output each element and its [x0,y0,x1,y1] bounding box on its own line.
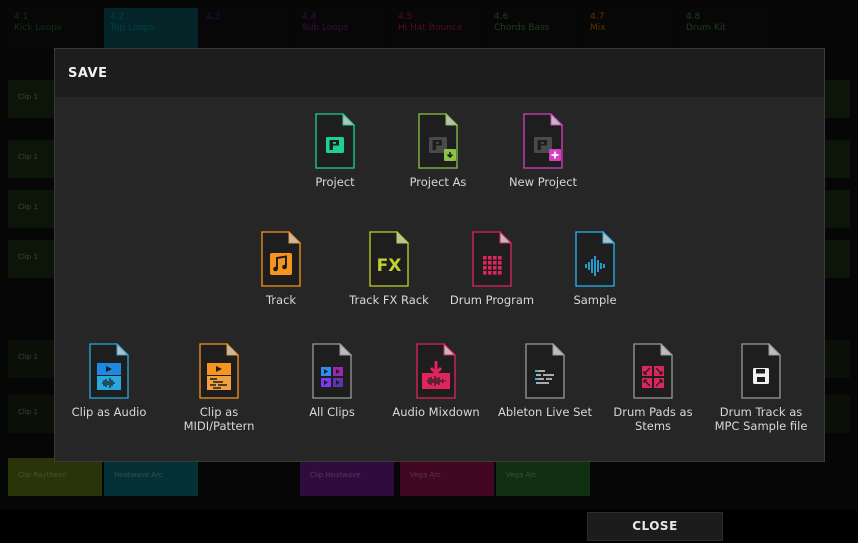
all-clips-icon [312,343,352,399]
mixdown-icon [416,343,456,399]
music-note-icon [261,231,301,287]
save-option-label: Audio Mixdown [392,405,480,419]
save-option-label: Project [315,175,355,189]
save-option-all-clips[interactable]: All Clips [277,343,387,419]
save-option-track-fx-rack[interactable]: FX Track FX Rack [334,231,444,307]
save-option-label: Track FX Rack [349,293,429,307]
svg-text:FX: FX [377,256,402,276]
clip-audio-icon [89,343,129,399]
save-option-ableton-live-set[interactable]: Ableton Live Set [490,343,600,419]
save-option-clip-as-audio[interactable]: Clip as Audio [54,343,164,419]
save-option-label: Drum Pads as Stems [613,405,693,433]
save-option-drum-pads-stems[interactable]: Drum Pads as Stems [598,343,708,433]
project-icon [315,113,355,169]
save-option-sample[interactable]: Sample [540,231,650,307]
save-option-label: Sample [573,293,617,307]
clip-midi-icon [199,343,239,399]
save-option-label: Clip as MIDI/Pattern [183,405,255,433]
save-option-label: Drum Program [449,293,535,307]
save-option-audio-mixdown[interactable]: Audio Mixdown [381,343,491,419]
fx-icon: FX [369,231,409,287]
save-option-label: Track [265,293,297,307]
save-option-label: All Clips [309,405,355,419]
floppy-icon [741,343,781,399]
save-dialog: SAVE Project Project As New Project Track FX… [54,48,825,462]
save-option-project[interactable]: Project [280,113,390,189]
waveform-icon [575,231,615,287]
dialog-header: SAVE [55,49,824,97]
dialog-title: SAVE [68,66,108,81]
save-option-label: Clip as Audio [71,405,147,419]
save-option-new-project[interactable]: New Project [488,113,598,189]
stems-icon [633,343,673,399]
ableton-icon [525,343,565,399]
save-option-label: Drum Track as MPC Sample file [714,405,808,433]
bottom-bar [0,510,858,543]
save-option-label: New Project [508,175,578,189]
save-option-project-as[interactable]: Project As [383,113,493,189]
save-option-label: Project As [409,175,467,189]
save-option-track[interactable]: Track [226,231,336,307]
save-option-label: Ableton Live Set [498,405,592,419]
new-project-icon [523,113,563,169]
pad-grid-icon [472,231,512,287]
save-option-clip-as-midi[interactable]: Clip as MIDI/Pattern [164,343,274,433]
project-as-icon [418,113,458,169]
save-option-drum-program[interactable]: Drum Program [437,231,547,307]
save-option-drum-track-mpc[interactable]: Drum Track as MPC Sample file [706,343,816,433]
close-button[interactable]: CLOSE [587,512,723,541]
